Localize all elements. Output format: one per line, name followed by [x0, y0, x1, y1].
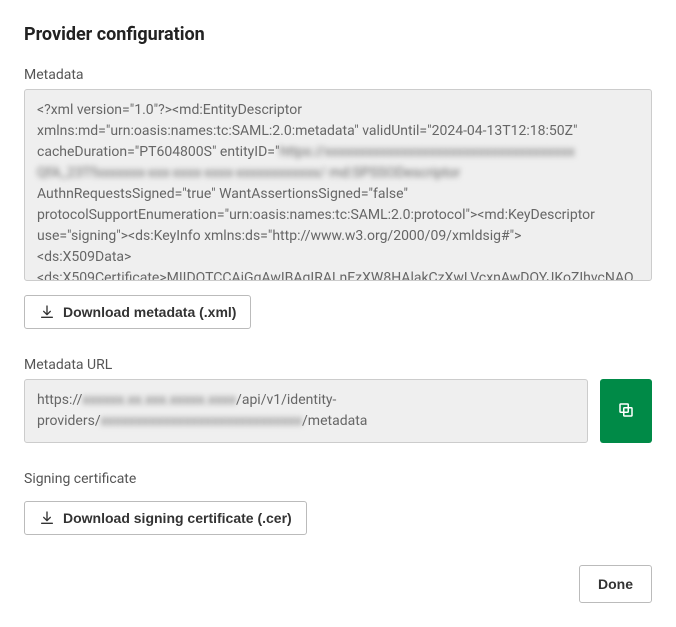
- done-button[interactable]: Done: [579, 565, 652, 603]
- metadata-url-label: Metadata URL: [24, 357, 652, 373]
- signing-cert-label: Signing certificate: [24, 471, 652, 487]
- copy-url-button[interactable]: [600, 379, 652, 443]
- metadata-url-textbox[interactable]: https://xxxxxx.xx.xxx.xxxxx.xxxx/api/v1/…: [24, 379, 588, 443]
- metadata-line: <ds:X509Certificate>MIIDOTCCAiGgAwIBAgIR…: [37, 268, 639, 281]
- metadata-line: cacheDuration="PT604800S" entityID="http…: [37, 142, 639, 163]
- copy-icon: [617, 401, 635, 422]
- metadata-line: <ds:X509Data>: [37, 247, 639, 268]
- download-metadata-button[interactable]: Download metadata (.xml): [24, 295, 251, 329]
- metadata-line: QfA_23Tfxxxxxxx-xxx-xxxx-xxxx-xxxxxxxxxx…: [37, 163, 639, 184]
- metadata-line: protocolSupportEnumeration="urn:oasis:na…: [37, 205, 639, 226]
- metadata-line: <?xml version="1.0"?><md:EntityDescripto…: [37, 100, 639, 121]
- metadata-line: AuthnRequestsSigned="true" WantAssertion…: [37, 184, 639, 205]
- download-signing-cert-button[interactable]: Download signing certificate (.cer): [24, 501, 307, 535]
- metadata-line: use="signing"><ds:KeyInfo xmlns:ds="http…: [37, 226, 639, 247]
- metadata-textbox[interactable]: <?xml version="1.0"?><md:EntityDescripto…: [24, 89, 652, 281]
- metadata-label: Metadata: [24, 67, 652, 83]
- download-icon: [39, 510, 55, 526]
- download-icon: [39, 304, 55, 320]
- page-title: Provider configuration: [24, 24, 652, 45]
- download-metadata-label: Download metadata (.xml): [63, 304, 236, 320]
- metadata-line: xmlns:md="urn:oasis:names:tc:SAML:2.0:me…: [37, 121, 639, 142]
- download-signing-cert-label: Download signing certificate (.cer): [63, 510, 292, 526]
